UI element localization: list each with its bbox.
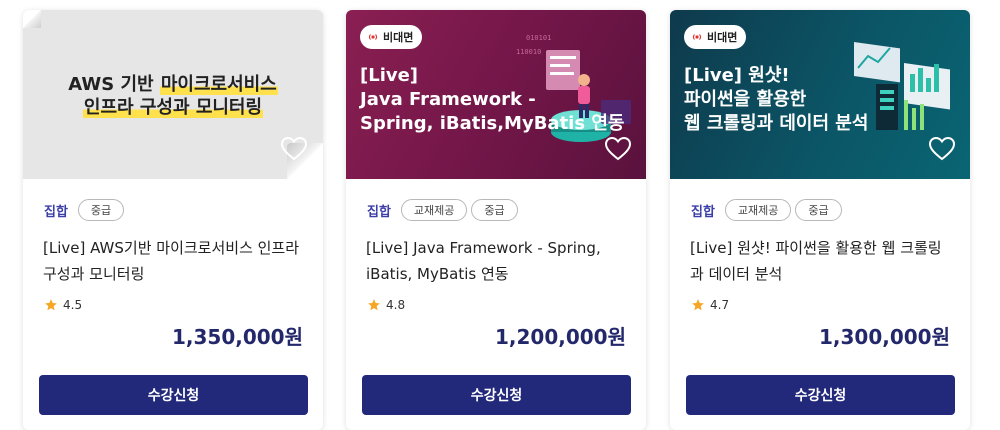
course-card-java[interactable]: 010101 110010 비대면 [Live] Java Framework …	[346, 10, 646, 430]
category-label: 집합	[691, 204, 715, 220]
star-icon	[45, 299, 57, 311]
category-label: 집합	[44, 204, 68, 220]
thumbnail-title: [Live] 원샷! 파이썬을 활용한 웹 크롤링과 데이터 분석	[684, 65, 869, 134]
level-chip: 중급	[795, 199, 842, 221]
rating-value: 4.8	[386, 298, 406, 312]
enroll-button[interactable]: 수강신청	[362, 375, 631, 415]
course-price: 1,300,000원	[818, 325, 950, 349]
course-price: 1,350,000원	[171, 325, 303, 349]
thumbnail-title: AWS 기반 마이크로서비스 인프라 구성과 모니터링	[68, 74, 278, 118]
course-title[interactable]: [Live] 원샷! 파이썬을 활용한 웹 크롤링과 데이터 분석	[690, 235, 952, 287]
page-curl-decoration	[23, 10, 41, 28]
enroll-button[interactable]: 수강신청	[686, 375, 955, 415]
rating: 4.8	[367, 298, 405, 312]
heart-outline-icon[interactable]	[281, 137, 307, 161]
heart-outline-icon[interactable]	[605, 137, 631, 161]
textbook-chip: 교재제공	[400, 199, 468, 221]
course-price: 1,200,000원	[494, 325, 626, 349]
textbook-chip: 교재제공	[724, 199, 792, 221]
broadcast-icon	[368, 34, 378, 40]
course-card-python[interactable]: 비대면 [Live] 원샷! 파이썬을 활용한 웹 크롤링과 데이터 분석 집합…	[670, 10, 970, 430]
svg-text:010101: 010101	[526, 34, 551, 42]
course-card-aws[interactable]: AWS 기반 마이크로서비스 인프라 구성과 모니터링 집합 중급 [Live]…	[23, 10, 323, 430]
category-label: 집합	[367, 204, 391, 220]
course-thumbnail[interactable]: AWS 기반 마이크로서비스 인프라 구성과 모니터링	[23, 10, 323, 179]
online-badge: 비대면	[684, 25, 747, 49]
thumbnail-title: [Live] Java Framework - Spring, iBatis,M…	[360, 65, 625, 134]
star-icon	[368, 299, 380, 311]
rating: 4.7	[691, 298, 729, 312]
enroll-button[interactable]: 수강신청	[39, 375, 308, 415]
course-title[interactable]: [Live] AWS기반 마이크로서비스 인프라 구성과 모니터링	[43, 235, 305, 287]
online-badge: 비대면	[360, 25, 423, 49]
course-thumbnail[interactable]: 비대면 [Live] 원샷! 파이썬을 활용한 웹 크롤링과 데이터 분석	[670, 10, 970, 179]
tag-row: 집합 교재제공 중급	[367, 199, 522, 221]
heart-outline-icon[interactable]	[929, 137, 955, 161]
svg-text:110010: 110010	[516, 48, 541, 56]
rating: 4.5	[44, 298, 82, 312]
broadcast-icon	[692, 34, 702, 40]
tag-row: 집합 교재제공 중급	[691, 199, 846, 221]
course-thumbnail[interactable]: 010101 110010 비대면 [Live] Java Framework …	[346, 10, 646, 179]
rating-value: 4.7	[710, 298, 730, 312]
rating-value: 4.5	[63, 298, 83, 312]
level-chip: 중급	[77, 199, 125, 221]
star-icon	[692, 299, 704, 311]
course-title[interactable]: [Live] Java Framework - Spring, iBatis, …	[366, 235, 628, 287]
level-chip: 중급	[471, 199, 518, 221]
tag-row: 집합 중급	[44, 199, 128, 221]
